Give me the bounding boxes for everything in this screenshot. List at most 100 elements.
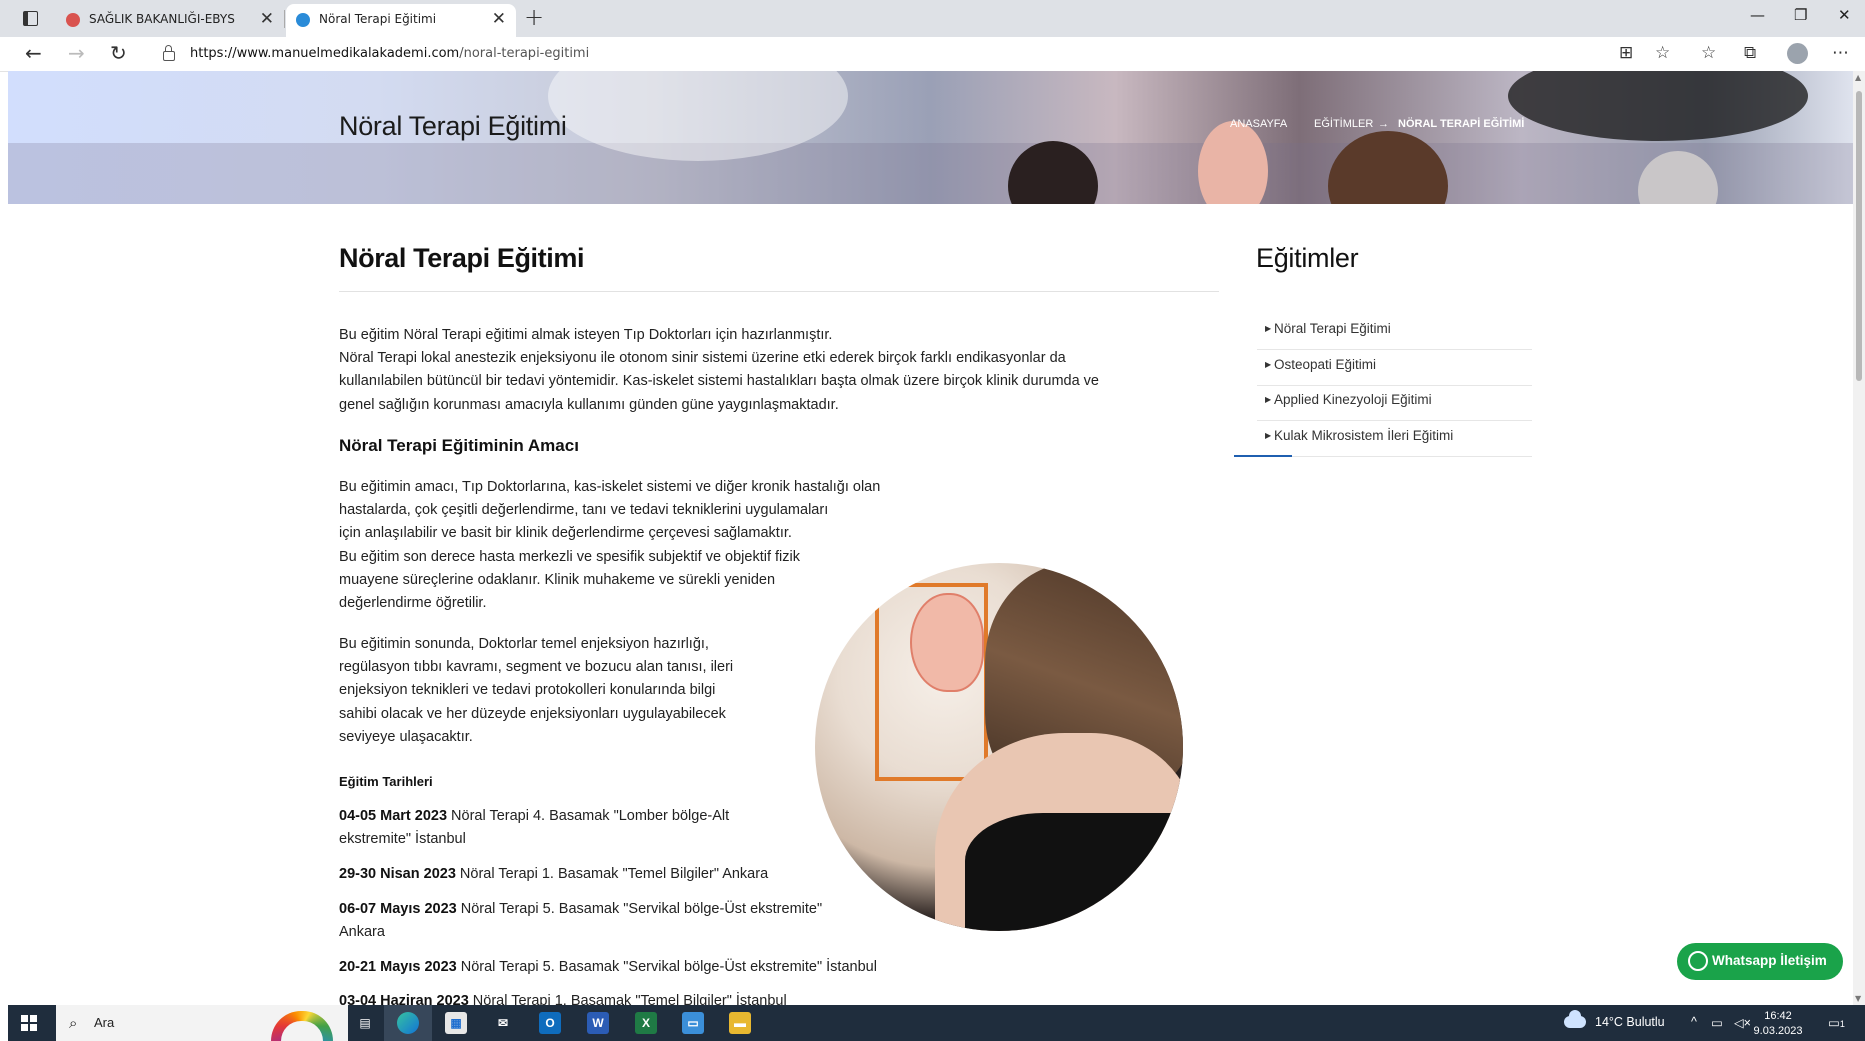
photo-clothing	[965, 813, 1183, 931]
date-desc-cont: Ankara	[339, 924, 385, 941]
close-window-icon[interactable]: ✕	[1838, 6, 1851, 24]
store-icon[interactable]: ▦	[445, 1012, 467, 1034]
dates-heading: Eğitim Tarihleri	[339, 774, 433, 789]
new-tab-icon[interactable]: +	[524, 3, 544, 31]
notification-icon[interactable]: ▭1	[1828, 1015, 1845, 1030]
hero-banner: Nöral Terapi Eğitimi ANASAYFA EĞİTİMLER …	[8, 71, 1853, 204]
tab-actions-icon[interactable]	[20, 9, 42, 29]
remote-desktop-icon[interactable]: ▭	[682, 1012, 704, 1034]
volume-icon[interactable]: ◁×	[1734, 1015, 1751, 1030]
breadcrumb-separator: →	[1378, 118, 1389, 130]
taskbar-clock[interactable]: 16:42 9.03.2023	[1752, 1009, 1804, 1039]
outcome-line: regülasyon tıbbı kavramı, segment ve boz…	[339, 659, 734, 676]
word-icon[interactable]: W	[587, 1012, 609, 1034]
weather-cloud-icon[interactable]	[1564, 1010, 1586, 1028]
title-divider	[339, 291, 1219, 292]
sidebar-item-label: Kulak Mikrosistem İleri Eğitimi	[1274, 428, 1454, 443]
caret-right-icon: ▶	[1265, 395, 1272, 404]
windows-taskbar: ⌕ Ara ▤ ▦ ✉ O W X ▭ ▬ 14°C Bulutlu ^ ▭ ◁…	[8, 1005, 1865, 1041]
excel-icon[interactable]: X	[635, 1012, 657, 1034]
whatsapp-label: Whatsapp İletişim	[1712, 953, 1827, 968]
sidebar-item-kulak-mikrosistem[interactable]: ▶ Kulak Mikrosistem İleri Eğitimi	[1257, 421, 1532, 457]
site-favicon-icon	[296, 13, 310, 27]
aim-line: hastalarda, çok çeşitli değerlendirme, t…	[339, 502, 829, 519]
back-icon[interactable]: ←	[25, 41, 42, 65]
hero-photo-detail	[1328, 131, 1448, 204]
close-tab-icon[interactable]: ✕	[492, 9, 506, 29]
breadcrumb-home[interactable]: ANASAYFA	[1230, 118, 1287, 130]
sidebar-item-noral-terapi[interactable]: ▶ Nöral Terapi Eğitimi	[1257, 314, 1532, 350]
scrollbar-thumb[interactable]	[1856, 91, 1862, 381]
tab-ebys[interactable]: SAĞLIK BAKANLIĞI-EBYS ✕	[56, 4, 284, 37]
ebys-favicon-icon	[66, 13, 80, 27]
date-entry: 06-07 Mayıs 2023 Nöral Terapi 5. Basamak…	[339, 898, 822, 944]
caret-right-icon: ▶	[1265, 324, 1272, 333]
collections-icon[interactable]: ⧉	[1744, 43, 1756, 63]
outcome-text: Bu eğitimin sonunda, Doktorlar temel enj…	[339, 633, 733, 749]
sidebar-item-applied-kinezyoloji[interactable]: ▶ Applied Kinezyoloji Eğitimi	[1257, 385, 1532, 421]
intro-line: kullanılabilen bütüncül bir tedavi yönte…	[339, 373, 1099, 390]
taskbar-search[interactable]: ⌕ Ara	[56, 1005, 348, 1041]
mail-icon[interactable]: ✉	[492, 1012, 514, 1034]
profile-avatar-icon[interactable]	[1787, 43, 1808, 64]
add-favorite-icon[interactable]: ☆	[1655, 43, 1670, 63]
show-hidden-icons-icon[interactable]: ^	[1691, 1015, 1697, 1029]
network-icon[interactable]: ▭	[1711, 1015, 1723, 1030]
url-path: /noral-terapi-egitimi	[459, 46, 590, 61]
start-menu-icon[interactable]	[21, 1015, 37, 1031]
aim-line: Bu eğitim son derece hasta merkezli ve s…	[339, 548, 800, 565]
sidebar-item-label: Osteopati Eğitimi	[1274, 357, 1377, 372]
intro-text: Bu eğitim Nöral Terapi eğitimi almak ist…	[339, 324, 1099, 417]
reload-icon[interactable]: ↻	[110, 41, 127, 65]
scroll-up-icon[interactable]: ▲	[1855, 73, 1861, 82]
aim-text: Bu eğitimin amacı, Tıp Doktorlarına, kas…	[339, 476, 880, 615]
reader-mode-icon[interactable]: ⊞	[1619, 43, 1633, 63]
url-field[interactable]: https://www.manuelmedikalakademi.com/nor…	[190, 46, 589, 61]
caret-right-icon: ▶	[1265, 360, 1272, 369]
date-entry: 04-05 Mart 2023 Nöral Terapi 4. Basamak …	[339, 805, 729, 851]
sidebar-item-label: Applied Kinezyoloji Eğitimi	[1274, 392, 1432, 407]
aim-line: muayene süreçlerine odaklanır. Klinik mu…	[339, 571, 776, 588]
favorites-icon[interactable]: ☆	[1701, 43, 1716, 63]
breadcrumb-trainings[interactable]: EĞİTİMLER	[1314, 118, 1373, 130]
task-view-icon[interactable]: ▤	[354, 1012, 376, 1034]
clock-time: 16:42	[1764, 1010, 1792, 1022]
aim-line: değerlendirme öğretilir.	[339, 595, 487, 612]
aim-line: için anlaşılabilir ve basit bir klinik d…	[339, 525, 792, 542]
address-bar: ← → ↻ https://www.manuelmedikalakademi.c…	[0, 37, 1865, 72]
tab-strip: SAĞLIK BAKANLIĞI-EBYS ✕ Nöral Terapi Eği…	[0, 0, 1865, 37]
intro-line: genel sağlığın korunması amacıyla kullan…	[339, 396, 839, 413]
sidebar-item-label: Nöral Terapi Eğitimi	[1274, 321, 1391, 336]
restore-icon[interactable]: ❐	[1794, 6, 1807, 24]
minimize-icon[interactable]: —	[1750, 6, 1765, 24]
sidebar-accent-line	[1234, 455, 1292, 457]
close-tab-icon[interactable]: ✕	[260, 9, 274, 29]
outcome-line: enjeksiyon teknikleri ve tedavi protokol…	[339, 682, 716, 699]
weather-text[interactable]: 14°C Bulutlu	[1595, 1015, 1665, 1029]
tab-noral-terapi[interactable]: Nöral Terapi Eğitimi ✕	[286, 4, 516, 37]
outcome-line: sahibi olacak ve her düzeyde enjeksiyonl…	[339, 705, 726, 722]
edge-icon[interactable]	[397, 1012, 419, 1034]
lock-icon[interactable]	[163, 45, 175, 61]
file-explorer-icon[interactable]: ▬	[729, 1012, 751, 1034]
scroll-down-icon[interactable]: ▼	[1855, 994, 1861, 1003]
forward-icon[interactable]: →	[68, 41, 85, 65]
date-label: 03-04 Haziran 2023	[339, 993, 469, 1005]
more-menu-icon[interactable]: ⋯	[1832, 43, 1849, 63]
date-desc: Nöral Terapi 5. Basamak "Servikal bölge-…	[456, 959, 877, 975]
sidebar-item-osteopati[interactable]: ▶ Osteopati Eğitimi	[1257, 350, 1532, 386]
search-placeholder: Ara	[94, 1015, 115, 1030]
page-scrollbar[interactable]: ▲ ▼	[1853, 71, 1865, 1005]
neural-therapy-photo	[815, 563, 1183, 931]
date-desc: Nöral Terapi 5. Basamak "Servikal bölge-…	[456, 901, 823, 917]
photo-ear-model	[910, 593, 984, 692]
sidebar-title: Eğitimler	[1256, 243, 1359, 273]
whatsapp-contact-button[interactable]: Whatsapp İletişim	[1677, 943, 1843, 980]
outlook-icon[interactable]: O	[539, 1012, 561, 1034]
search-icon: ⌕	[69, 1014, 78, 1032]
date-desc: Nöral Terapi 4. Basamak "Lomber bölge-Al…	[447, 808, 730, 824]
date-entry: 03-04 Haziran 2023 Nöral Terapi 1. Basam…	[339, 990, 787, 1005]
hero-title: Nöral Terapi Eğitimi	[339, 111, 567, 141]
url-host: https://www.manuelmedikalakademi.com	[190, 46, 460, 61]
outcome-line: Bu eğitimin sonunda, Doktorlar temel enj…	[339, 636, 709, 652]
